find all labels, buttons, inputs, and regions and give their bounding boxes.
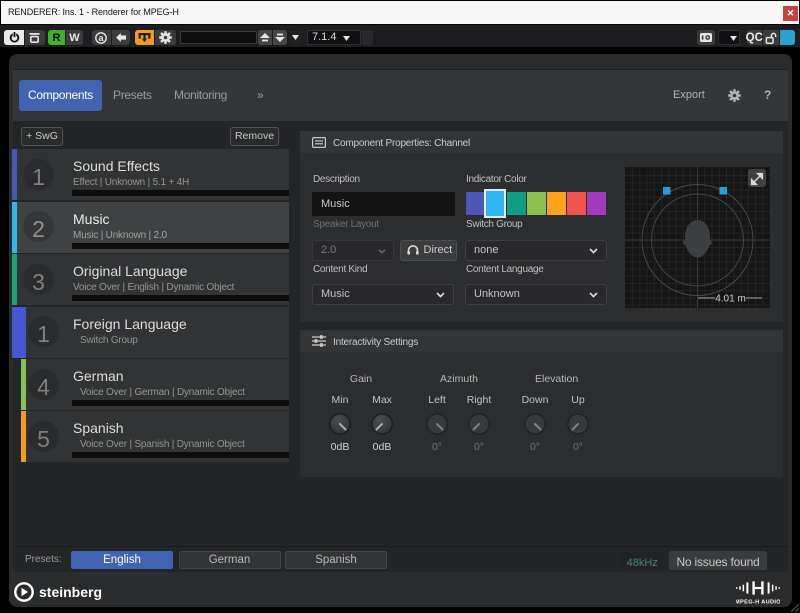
svg-text:4.01 m: 4.01 m — [715, 294, 746, 305]
svg-text:a: a — [98, 33, 104, 43]
svg-text:MPEG-H AUDIO: MPEG-H AUDIO — [736, 599, 780, 604]
